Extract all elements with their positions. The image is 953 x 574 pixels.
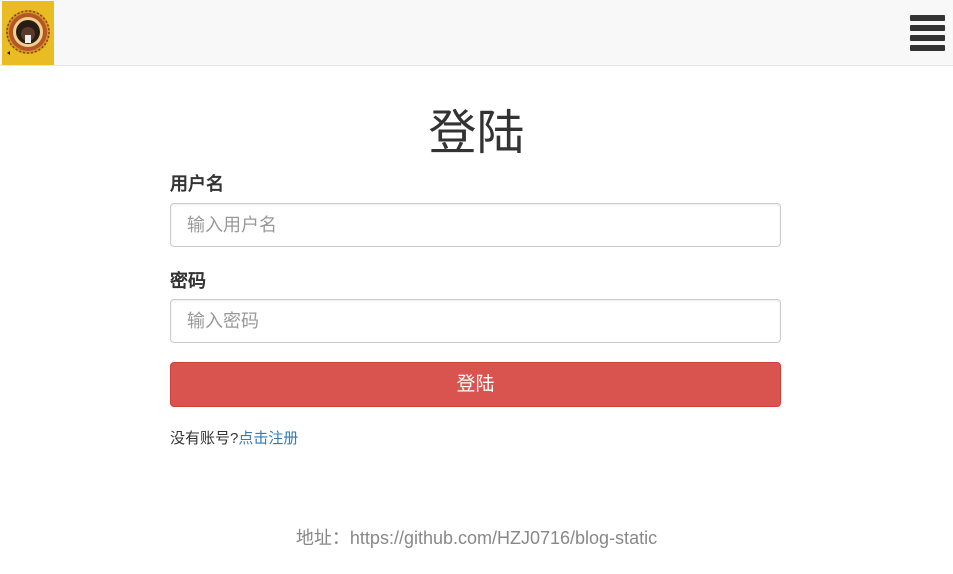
page-title: 登陆 (428, 107, 525, 160)
password-label: 密码 (170, 271, 206, 291)
username-input[interactable] (170, 203, 781, 247)
menu-bar (910, 45, 945, 51)
address-url: https://github.com/HZJ0716/blog-static (349, 528, 658, 548)
register-link[interactable]: 点击注册 (238, 430, 298, 447)
top-navbar (0, 0, 953, 66)
password-input[interactable] (170, 299, 781, 343)
menu-bar (910, 15, 945, 21)
hamburger-menu-icon[interactable] (910, 15, 946, 51)
username-label: 用户名 (170, 174, 224, 194)
footer-address: 地址：https://github.com/HZJ0716/blog-stati… (0, 526, 953, 550)
register-prompt-text: 没有账号? (170, 430, 239, 447)
menu-bar (910, 35, 945, 41)
menu-bar (910, 25, 945, 31)
register-prompt: 没有账号?点击注册 (170, 429, 298, 449)
site-logo-icon[interactable] (2, 1, 54, 65)
login-button[interactable]: 登陆 (170, 362, 781, 407)
address-label: 地址： (295, 528, 350, 548)
